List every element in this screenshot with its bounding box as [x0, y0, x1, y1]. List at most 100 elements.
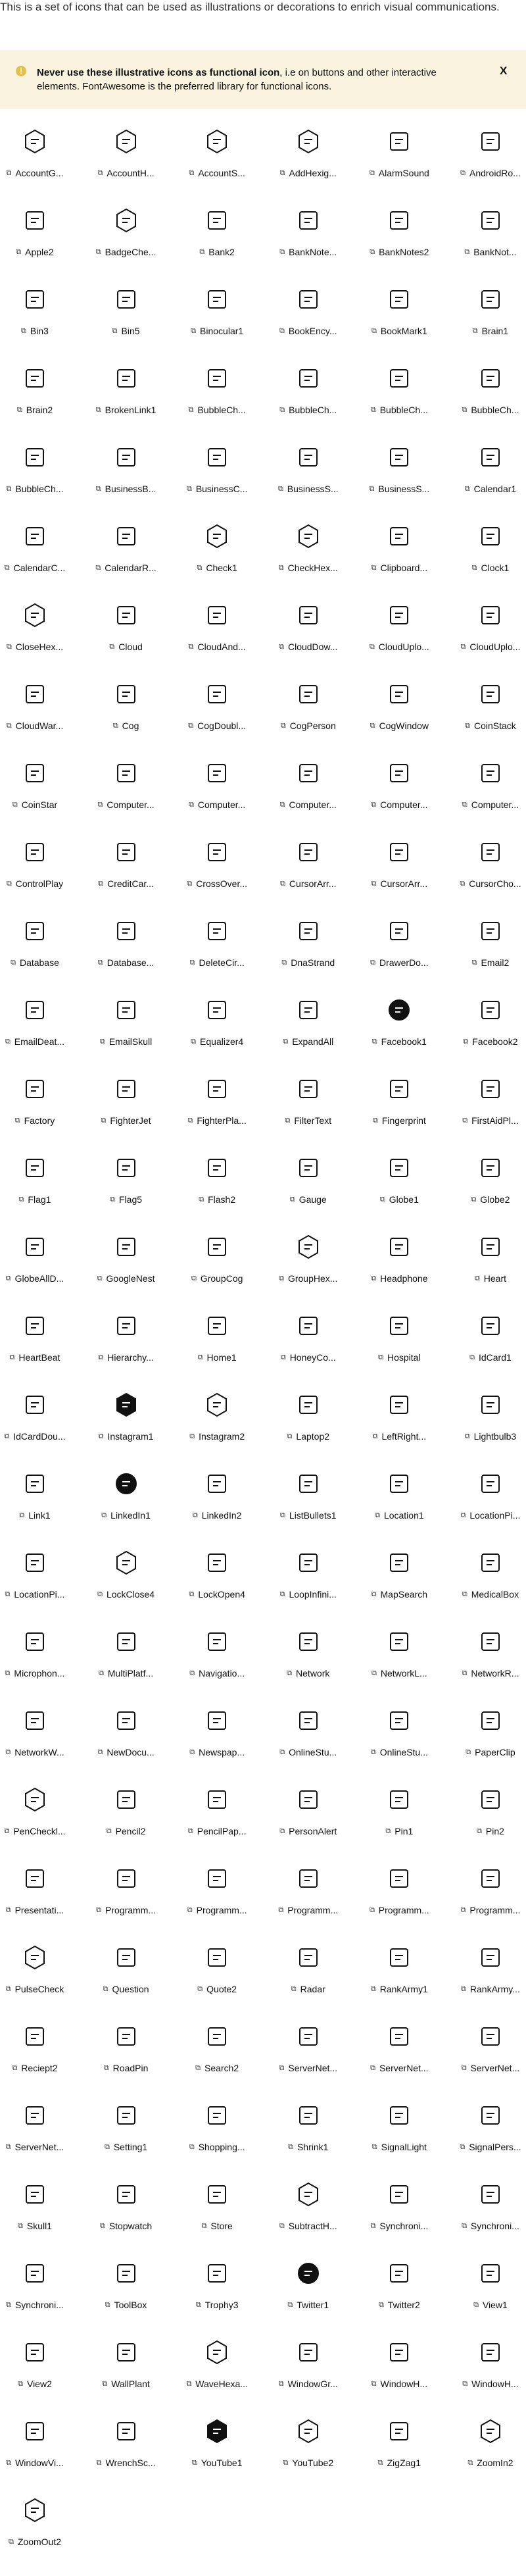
icon-label[interactable]: ⧉ Question: [103, 1984, 149, 1994]
icon-label[interactable]: ⧉ BusinessS...: [370, 484, 430, 494]
link-icon[interactable]: ⧉: [473, 327, 478, 336]
link-icon[interactable]: ⧉: [280, 1590, 285, 1599]
link-icon[interactable]: ⧉: [278, 1906, 283, 1915]
icon-card[interactable]: ⧉ Computer...: [274, 760, 343, 839]
link-icon[interactable]: ⧉: [189, 801, 194, 809]
icon-card[interactable]: ⧉ Radar: [274, 1944, 343, 2023]
icon-label[interactable]: ⧉ BusinessC...: [187, 484, 247, 494]
icon-label[interactable]: ⧉ Programm...: [187, 1905, 247, 1915]
icon-label[interactable]: ⧉ Flag1: [19, 1194, 51, 1205]
link-icon[interactable]: ⧉: [187, 485, 192, 493]
icon-label[interactable]: ⧉ Equalizer4: [191, 1036, 243, 1047]
icon-card[interactable]: ⧉ BubbleCh...: [274, 365, 343, 444]
icon-label[interactable]: ⧉ CreditCar...: [98, 878, 154, 889]
icon-card[interactable]: ⧉ ListBullets1: [274, 1471, 343, 1550]
icon-card[interactable]: ⧉ CalendarR...: [91, 523, 161, 602]
link-icon[interactable]: ⧉: [460, 2143, 465, 2152]
icon-card[interactable]: ⧉ ZigZag1: [364, 2418, 434, 2497]
link-icon[interactable]: ⧉: [371, 801, 376, 809]
link-icon[interactable]: ⧉: [10, 1353, 15, 1362]
icon-card[interactable]: ⧉ Hierarchy...: [91, 1313, 161, 1392]
icon-card[interactable]: ⧉ Flag1: [0, 1155, 70, 1234]
icon-card[interactable]: ⧉ Stopwatch: [91, 2181, 161, 2260]
link-icon[interactable]: ⧉: [371, 564, 377, 572]
icon-label[interactable]: ⧉ NetworkR...: [462, 1668, 519, 1679]
icon-label[interactable]: ⧉ WaveHexa...: [186, 2379, 247, 2389]
icon-card[interactable]: ⧉ AccountH...: [91, 128, 161, 207]
link-icon[interactable]: ⧉: [460, 880, 465, 888]
icon-label[interactable]: ⧉ Presentati...: [6, 1905, 64, 1915]
icon-card[interactable]: ⧉ Instagram1: [91, 1392, 161, 1471]
icon-card[interactable]: ⧉ Gauge: [274, 1155, 343, 1234]
icon-card[interactable]: ⧉ BankNote...: [274, 207, 343, 286]
link-icon[interactable]: ⧉: [290, 1196, 295, 1204]
icon-card[interactable]: ⧉ LinkedIn2: [182, 1471, 252, 1550]
icon-card[interactable]: ⧉ GoogleNest: [91, 1234, 161, 1313]
link-icon[interactable]: ⧉: [112, 327, 118, 336]
icon-label[interactable]: ⧉ Stopwatch: [100, 2221, 152, 2231]
link-icon[interactable]: ⧉: [191, 1038, 196, 1046]
icon-card[interactable]: ⧉ BookMark1: [364, 286, 434, 365]
icon-card[interactable]: ⧉ Programm...: [274, 1865, 343, 1944]
link-icon[interactable]: ⧉: [9, 2538, 14, 2546]
link-icon[interactable]: ⧉: [281, 1353, 286, 1362]
icon-card[interactable]: ⧉ Pin2: [456, 1786, 525, 1865]
icon-label[interactable]: ⧉ Facebook1: [372, 1036, 427, 1047]
icon-label[interactable]: ⧉ GroupCog: [191, 1273, 243, 1284]
icon-label[interactable]: ⧉ BookMark1: [371, 326, 427, 336]
icon-label[interactable]: ⧉ Pencil2: [107, 1826, 146, 1836]
icon-card[interactable]: ⧉ Programm...: [91, 1865, 161, 1944]
icon-card[interactable]: ⧉ View2: [0, 2339, 70, 2418]
link-icon[interactable]: ⧉: [96, 248, 101, 257]
icon-label[interactable]: ⧉ Globe2: [471, 1194, 510, 1205]
link-icon[interactable]: ⧉: [371, 406, 376, 415]
icon-card[interactable]: ⧉ PulseCheck: [0, 1944, 70, 2023]
link-icon[interactable]: ⧉: [378, 2459, 383, 2467]
icon-label[interactable]: ⧉ CursorArr...: [280, 878, 336, 889]
link-icon[interactable]: ⧉: [375, 1511, 380, 1520]
icon-label[interactable]: ⧉ Computer...: [97, 799, 154, 810]
link-icon[interactable]: ⧉: [461, 1985, 466, 1994]
link-icon[interactable]: ⧉: [7, 880, 12, 888]
icon-label[interactable]: ⧉ Programm...: [370, 1905, 429, 1915]
icon-card[interactable]: ⧉ CreditCar...: [91, 839, 161, 918]
icon-label[interactable]: ⧉ ZoomIn2: [467, 2458, 513, 2468]
icon-card[interactable]: ⧉ CoinStack: [456, 681, 525, 760]
icon-card[interactable]: ⧉ YouTube2: [274, 2418, 343, 2497]
icon-card[interactable]: ⧉ NewDocu...: [91, 1707, 161, 1786]
icon-label[interactable]: ⧉ FirstAidPl...: [462, 1115, 518, 1126]
link-icon[interactable]: ⧉: [189, 1669, 195, 1678]
link-icon[interactable]: ⧉: [190, 959, 195, 967]
icon-card[interactable]: ⧉ DeleteCir...: [182, 918, 252, 997]
icon-label[interactable]: ⧉ ServerNet...: [370, 2063, 429, 2073]
icon-card[interactable]: ⧉ Presentati...: [0, 1865, 70, 1944]
icon-label[interactable]: ⧉ BrokenLink1: [96, 405, 156, 415]
link-icon[interactable]: ⧉: [279, 406, 285, 415]
icon-card[interactable]: ⧉ Search2: [182, 2023, 252, 2102]
icon-card[interactable]: ⧉ CoinStar: [0, 760, 70, 839]
icon-card[interactable]: ⧉ Facebook1: [364, 997, 434, 1076]
icon-card[interactable]: ⧉ SignalLight: [364, 2102, 434, 2181]
icon-card[interactable]: ⧉ LockOpen4: [182, 1550, 252, 1629]
icon-card[interactable]: ⧉ MultiPlatf...: [91, 1629, 161, 1707]
icon-label[interactable]: ⧉ Apple2: [16, 247, 53, 257]
icon-card[interactable]: ⧉ NetworkR...: [456, 1629, 525, 1707]
link-icon[interactable]: ⧉: [373, 1432, 378, 1441]
icon-label[interactable]: ⧉ Laptop2: [287, 1431, 329, 1442]
icon-card[interactable]: ⧉ Globe2: [456, 1155, 525, 1234]
icon-card[interactable]: ⧉ DrawerDo...: [364, 918, 434, 997]
icon-label[interactable]: ⧉ Navigatio...: [189, 1668, 245, 1679]
link-icon[interactable]: ⧉: [189, 2143, 195, 2152]
icon-label[interactable]: ⧉ Computer...: [280, 799, 337, 810]
link-icon[interactable]: ⧉: [467, 2459, 473, 2467]
link-icon[interactable]: ⧉: [6, 1906, 11, 1915]
icon-label[interactable]: ⧉ BankNotes2: [370, 247, 429, 257]
icon-label[interactable]: ⧉ GoogleNest: [97, 1273, 155, 1284]
icon-label[interactable]: ⧉ WindowH...: [462, 2379, 518, 2389]
link-icon[interactable]: ⧉: [12, 801, 18, 809]
icon-label[interactable]: ⧉ FilterText: [285, 1115, 331, 1126]
icon-card[interactable]: ⧉ Instagram2: [182, 1392, 252, 1471]
icon-label[interactable]: ⧉ RankArmy...: [461, 1984, 520, 1994]
icon-card[interactable]: ⧉ BankNot...: [456, 207, 525, 286]
link-icon[interactable]: ⧉: [195, 2064, 201, 2073]
